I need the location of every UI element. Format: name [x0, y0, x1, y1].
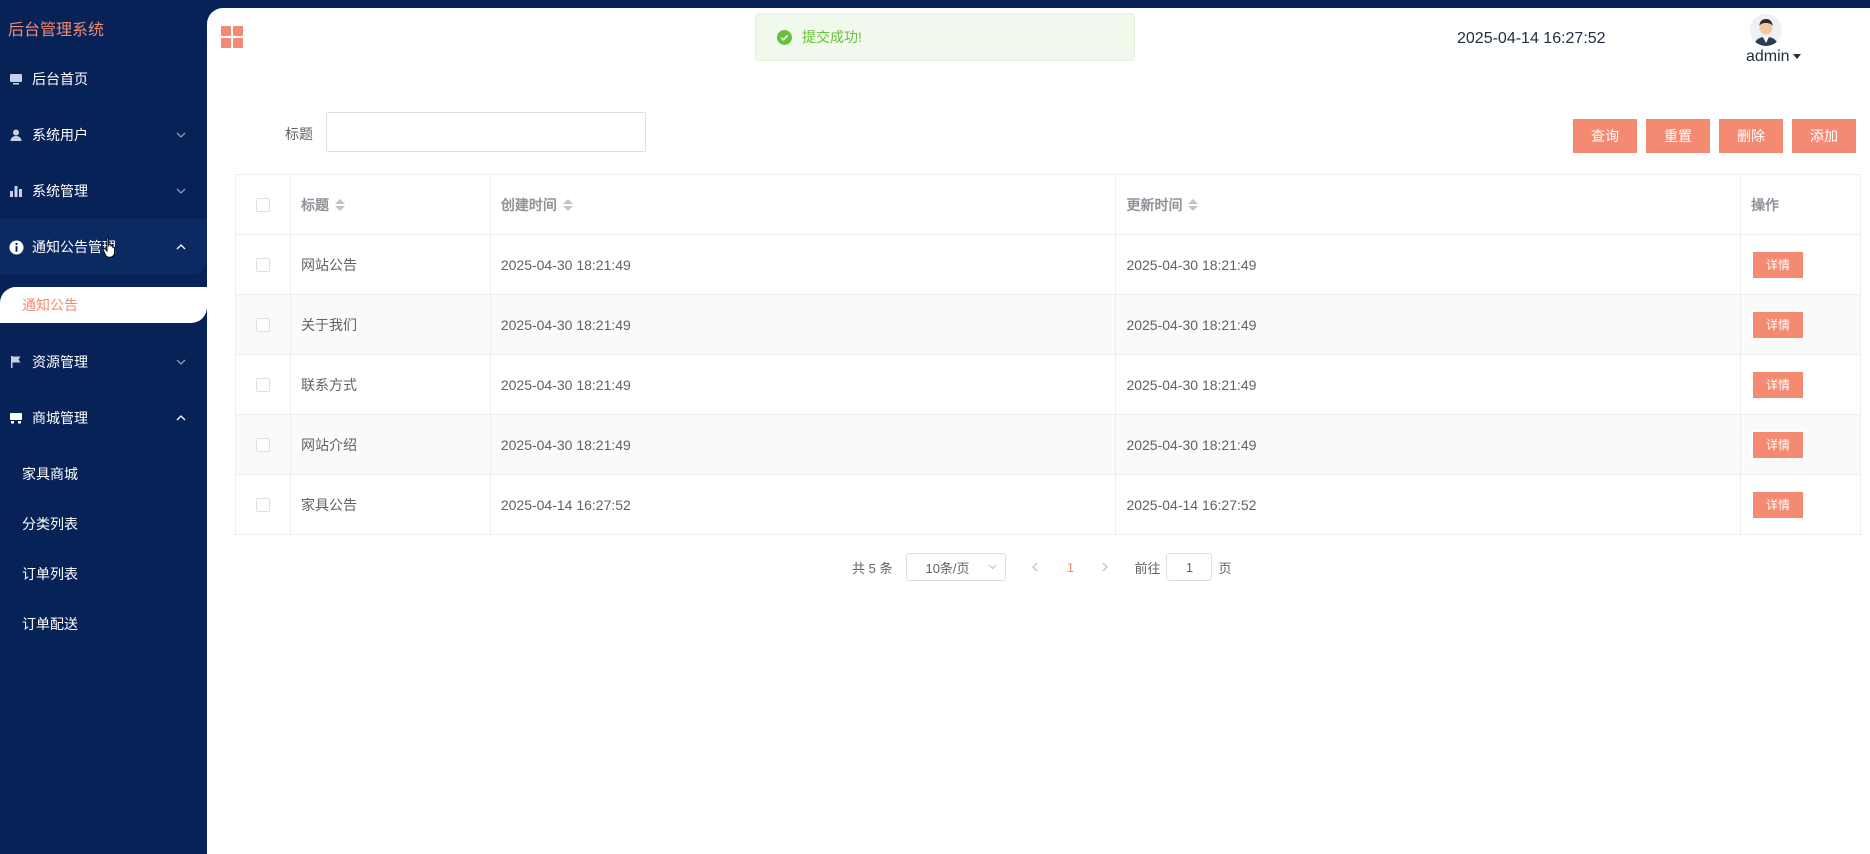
- select-all-checkbox[interactable]: [255, 197, 270, 212]
- table-row: 网站公告 2025-04-30 18:21:49 2025-04-30 18:2…: [236, 235, 1861, 295]
- sidebar-subitem-notices[interactable]: 通知公告: [0, 287, 207, 323]
- detail-button[interactable]: 详情: [1751, 309, 1806, 340]
- sidebar-subitem-order-list[interactable]: 订单列表: [22, 564, 78, 584]
- cell-created: 2025-04-14 16:27:52: [491, 475, 1117, 534]
- chevron-down-icon: [176, 132, 186, 138]
- reset-button[interactable]: 重置: [1644, 117, 1712, 155]
- user-icon: [8, 127, 24, 143]
- sidebar-item-system-users[interactable]: 系统用户: [0, 107, 207, 163]
- sidebar-subitem-order-delivery[interactable]: 订单配送: [22, 614, 78, 634]
- sidebar-subitem-label: 通知公告: [22, 297, 78, 313]
- user-menu[interactable]: admin: [1746, 48, 1801, 66]
- cell-title: 网站公告: [291, 235, 491, 294]
- chevron-down-icon: [989, 564, 997, 570]
- cell-updated: 2025-04-30 18:21:49: [1116, 355, 1742, 414]
- table-row: 网站介绍 2025-04-30 18:21:49 2025-04-30 18:2…: [236, 415, 1861, 475]
- cell-created: 2025-04-30 18:21:49: [491, 355, 1117, 414]
- pagination: 共 5 条 10条/页 1 前往 页: [852, 553, 1232, 581]
- flag-icon: [8, 354, 24, 370]
- goto-prefix: 前往: [1134, 560, 1161, 576]
- monitor-icon: [8, 71, 24, 87]
- sidebar: 后台管理系统 后台首页 系统用户 系统管理 通知公告管理 通知公告 资源管理 商…: [0, 0, 207, 854]
- sidebar-subitem-furniture-shop[interactable]: 家具商城: [22, 464, 78, 484]
- column-header-created[interactable]: 创建时间: [491, 175, 1117, 234]
- row-checkbox[interactable]: [255, 317, 270, 332]
- detail-button[interactable]: 详情: [1751, 489, 1806, 520]
- toast-message: 提交成功!: [802, 29, 862, 45]
- user-avatar-icon: [1750, 14, 1782, 46]
- cell-created: 2025-04-30 18:21:49: [491, 235, 1117, 294]
- chevron-left-icon: [1032, 562, 1038, 572]
- check-circle-icon: [777, 29, 792, 45]
- success-toast: 提交成功!: [755, 13, 1135, 61]
- sort-icon[interactable]: [562, 198, 573, 211]
- column-header-actions: 操作: [1741, 175, 1861, 234]
- cell-created: 2025-04-30 18:21:49: [491, 415, 1117, 474]
- row-checkbox[interactable]: [255, 497, 270, 512]
- chevron-up-icon: [176, 415, 186, 421]
- chevron-down-icon: [176, 188, 186, 194]
- info-icon: [8, 239, 24, 255]
- sidebar-item-label: 后台首页: [32, 71, 88, 87]
- cell-updated: 2025-04-30 18:21:49: [1116, 295, 1742, 354]
- goto-page-input[interactable]: [1166, 553, 1213, 581]
- chevron-up-icon: [176, 244, 186, 250]
- avatar[interactable]: [1750, 14, 1782, 46]
- prev-page-button[interactable]: [1020, 553, 1050, 581]
- table-header-row: 标题 创建时间 更新时间 操作: [236, 175, 1861, 235]
- title-search-input[interactable]: [326, 112, 646, 152]
- sidebar-item-system-management[interactable]: 系统管理: [0, 163, 207, 219]
- column-header-updated[interactable]: 更新时间: [1116, 175, 1742, 234]
- table-row: 联系方式 2025-04-30 18:21:49 2025-04-30 18:2…: [236, 355, 1861, 415]
- goto-suffix: 页: [1218, 560, 1232, 576]
- search-label: 标题: [285, 126, 313, 142]
- cell-title: 联系方式: [291, 355, 491, 414]
- main-panel: 提交成功! 2025-04-14 16:27:52 admin 标题 查询 重置…: [207, 8, 1870, 854]
- next-page-button[interactable]: [1090, 553, 1120, 581]
- detail-button[interactable]: 详情: [1751, 249, 1806, 280]
- bar-chart-icon: [8, 183, 24, 199]
- sort-icon[interactable]: [1188, 198, 1199, 211]
- current-datetime: 2025-04-14 16:27:52: [1457, 30, 1606, 47]
- add-button[interactable]: 添加: [1790, 117, 1858, 155]
- table-row: 关于我们 2025-04-30 18:21:49 2025-04-30 18:2…: [236, 295, 1861, 355]
- sidebar-item-resource-management[interactable]: 资源管理: [0, 334, 207, 390]
- column-header-title[interactable]: 标题: [291, 175, 491, 234]
- username: admin: [1746, 48, 1790, 65]
- pagination-total: 共 5 条: [852, 560, 893, 576]
- sidebar-item-shop-management[interactable]: 商城管理: [0, 390, 207, 446]
- cell-updated: 2025-04-30 18:21:49: [1116, 415, 1742, 474]
- sidebar-subitem-category-list[interactable]: 分类列表: [22, 514, 78, 534]
- sidebar-item-label: 系统管理: [32, 183, 88, 199]
- sidebar-item-label: 商城管理: [32, 410, 88, 426]
- cell-updated: 2025-04-30 18:21:49: [1116, 235, 1742, 294]
- notice-table: 标题 创建时间 更新时间 操作 网站公告 2025-04-30 18:21:49…: [235, 174, 1861, 535]
- sidebar-item-label: 系统用户: [32, 127, 88, 143]
- chevron-right-icon: [1103, 562, 1109, 572]
- row-checkbox[interactable]: [255, 377, 270, 392]
- detail-button[interactable]: 详情: [1751, 369, 1806, 400]
- page-size-select[interactable]: 10条/页: [906, 553, 1007, 581]
- row-checkbox[interactable]: [255, 437, 270, 452]
- sort-icon[interactable]: [334, 198, 345, 211]
- page-number[interactable]: 1: [1050, 553, 1090, 581]
- caret-down-icon: [1792, 54, 1801, 59]
- detail-button[interactable]: 详情: [1751, 429, 1806, 460]
- cell-created: 2025-04-30 18:21:49: [491, 295, 1117, 354]
- sidebar-item-home[interactable]: 后台首页: [0, 51, 207, 107]
- cell-updated: 2025-04-14 16:27:52: [1116, 475, 1742, 534]
- query-button[interactable]: 查询: [1571, 117, 1639, 155]
- sidebar-item-label: 资源管理: [32, 354, 88, 370]
- apps-grid-icon[interactable]: [221, 26, 243, 48]
- cell-title: 家具公告: [291, 475, 491, 534]
- row-checkbox[interactable]: [255, 257, 270, 272]
- hand-cursor-icon: [102, 237, 116, 258]
- cell-title: 网站介绍: [291, 415, 491, 474]
- cell-title: 关于我们: [291, 295, 491, 354]
- delete-button[interactable]: 删除: [1717, 117, 1785, 155]
- shop-icon: [8, 410, 24, 426]
- table-row: 家具公告 2025-04-14 16:27:52 2025-04-14 16:2…: [236, 475, 1861, 535]
- chevron-down-icon: [176, 359, 186, 365]
- brand-title: 后台管理系统: [8, 22, 105, 39]
